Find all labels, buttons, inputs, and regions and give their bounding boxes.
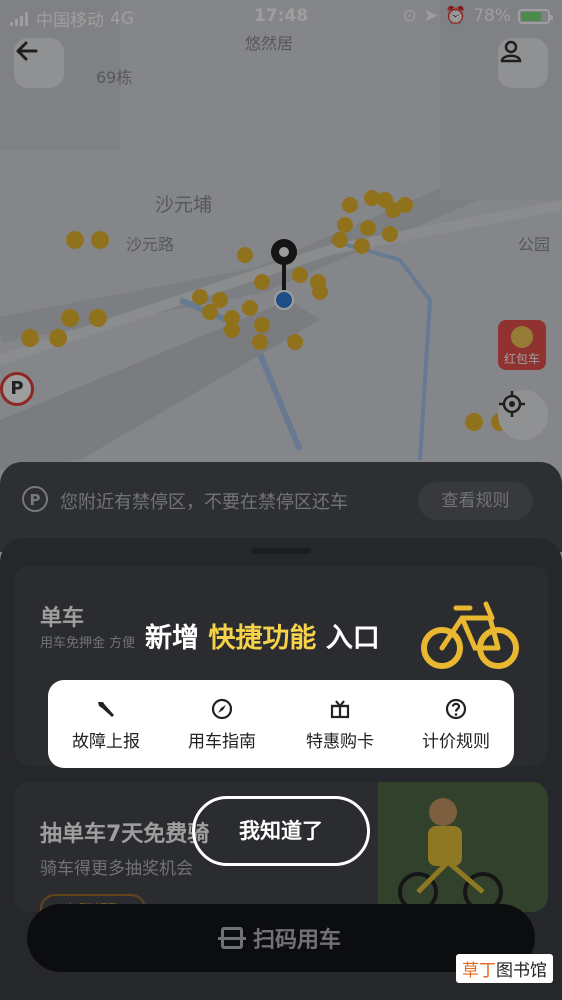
got-it-button[interactable]: 我知道了: [192, 796, 370, 866]
watermark: 草丁图书馆: [456, 954, 553, 983]
shortcut-fault-report[interactable]: 故障上报: [48, 680, 164, 768]
onboarding-title: 新增 快捷功能 入口: [145, 616, 380, 655]
shortcut-discount-card[interactable]: 特惠购卡: [282, 680, 398, 768]
shortcut-label: 计价规则: [422, 732, 490, 752]
shortcut-label: 故障上报: [72, 732, 140, 752]
shortcut-label: 用车指南: [188, 732, 256, 752]
shortcut-riding-guide[interactable]: 用车指南: [164, 680, 280, 768]
compass-icon: [211, 698, 233, 720]
title-highlight: 快捷功能: [208, 623, 317, 654]
question-icon: [445, 698, 467, 720]
shortcut-card: 故障上报 用车指南 特惠购卡 计价规则: [48, 680, 514, 768]
wrench-icon: [98, 702, 114, 717]
bike-illustration: [421, 601, 519, 669]
shortcut-pricing-rules[interactable]: 计价规则: [398, 680, 514, 768]
screen: 悠然居 69栋 沙元埔 沙元路 公园 红包车 P 中国移动 4G 17:48 ⊙…: [0, 0, 562, 1000]
watermark-red: 草丁: [462, 961, 496, 981]
watermark-rest: 图书馆: [496, 961, 547, 981]
title-suffix: 入口: [325, 623, 380, 654]
shortcut-label: 特惠购卡: [306, 732, 374, 752]
gift-icon: [330, 700, 350, 719]
title-prefix: 新增: [145, 623, 199, 654]
